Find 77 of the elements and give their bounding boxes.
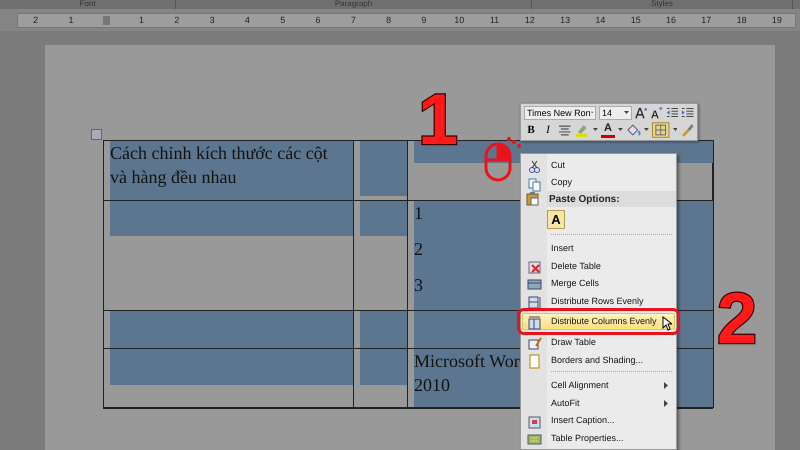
bold-button[interactable]: B — [524, 122, 538, 137]
page-border-icon — [527, 354, 542, 369]
ruler-number: 3 — [208, 15, 216, 25]
rows-icon — [527, 294, 542, 310]
ruler-number: 1 — [138, 15, 146, 25]
ruler-number: 13 — [559, 15, 572, 25]
menu-item[interactable]: Insert Caption... — [522, 412, 675, 430]
dropdown-caret-icon — [590, 111, 593, 114]
ruler-number: 15 — [630, 15, 642, 25]
ruler-number: 19 — [770, 15, 783, 25]
columns-icon — [527, 316, 542, 331]
ruler-number: 1 — [67, 15, 74, 25]
delete-table-icon — [527, 260, 542, 275]
menu-item[interactable]: Draw Table — [522, 333, 675, 351]
menu-item[interactable]: Cell Alignment — [522, 376, 675, 394]
cell-text: Microsoft Wor — [414, 350, 520, 373]
table-properties-icon — [527, 432, 542, 448]
center-align-icon[interactable] — [558, 122, 572, 137]
paste-keep-text-button[interactable]: A — [547, 210, 565, 229]
font-size-field[interactable]: 14 — [599, 106, 632, 120]
horizontal-ruler[interactable]: 2 1 1 2 3 4 5 6 7 8 9 10 11 12 13 14 15 16 17 18 19 — [17, 12, 796, 28]
ruler-number: 4 — [244, 15, 251, 25]
ruler-number: 2 — [32, 15, 40, 25]
ruler-number: 9 — [420, 15, 428, 25]
ruler-number: 2 — [173, 15, 180, 25]
menu-item[interactable]: Borders and Shading... — [522, 350, 675, 368]
cell-text: 3 — [414, 274, 423, 297]
grow-font-icon[interactable] — [634, 106, 648, 120]
table-move-handle[interactable] — [91, 129, 102, 140]
menu-section-header: Paste Options: — [547, 191, 676, 208]
ruler-number: 6 — [314, 15, 322, 25]
decrease-indent-icon[interactable] — [666, 106, 678, 120]
ruler-number: 14 — [594, 15, 606, 25]
merge-cells-icon — [527, 277, 542, 292]
scissors-icon — [527, 159, 542, 174]
ruler-number: 8 — [385, 15, 392, 25]
paint-bucket-icon[interactable] — [626, 122, 642, 137]
font-color-button[interactable]: A — [600, 121, 615, 138]
ruler-number: 11 — [488, 15, 500, 25]
ruler-number: 12 — [524, 15, 536, 25]
borders-icon[interactable] — [652, 122, 670, 138]
dropdown-caret-icon — [624, 111, 629, 114]
cell-text: 2 — [414, 238, 423, 261]
dropdown-caret-icon — [672, 128, 678, 132]
clipboard-icon — [525, 191, 540, 206]
step-number: 2 — [717, 283, 758, 355]
dropdown-caret-icon — [644, 128, 650, 132]
ruler-number: 10 — [453, 15, 466, 25]
cell-text: 2010 — [414, 374, 450, 397]
font-name-field[interactable]: Times New Ron — [524, 106, 596, 120]
pencil-table-icon — [527, 336, 542, 352]
dropdown-caret-icon — [618, 128, 623, 132]
menu-item[interactable]: Delete Table — [522, 256, 675, 274]
copy-icon — [527, 176, 542, 192]
ruler-number: 5 — [279, 15, 286, 25]
menu-item[interactable]: Insert — [522, 239, 675, 257]
indent-marker[interactable] — [102, 16, 110, 24]
menu-item[interactable]: Distribute Rows Evenly — [522, 292, 675, 310]
increase-indent-icon[interactable] — [681, 106, 694, 120]
menu-item[interactable]: Merge Cells — [522, 274, 675, 292]
cell-text: 1 — [414, 202, 423, 225]
menu-item[interactable]: Table Properties... — [522, 429, 675, 447]
ruler-number: 18 — [736, 15, 748, 25]
dropdown-caret-icon — [593, 128, 598, 132]
shrink-font-icon[interactable] — [650, 106, 663, 120]
caption-icon — [527, 414, 542, 430]
step-number: 1 — [418, 84, 458, 156]
italic-button[interactable]: I — [541, 122, 555, 137]
cell-text: Cách chỉnh kích thước các cột và hàng đều nhau — [110, 142, 329, 189]
ruler-number: 7 — [350, 15, 357, 25]
mouse-pointer-icon — [662, 316, 672, 331]
ruler-number: 17 — [700, 15, 712, 25]
ruler-number: 16 — [664, 15, 677, 25]
mouse-right-click-icon — [484, 136, 522, 182]
menu-item[interactable]: Cut — [522, 156, 675, 174]
menu-item[interactable]: AutoFit — [522, 394, 675, 412]
menu-item[interactable]: Copy — [522, 174, 675, 192]
